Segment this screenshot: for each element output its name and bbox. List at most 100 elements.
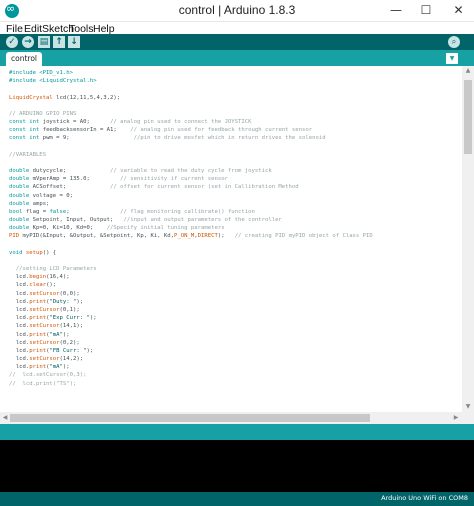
open-sketch-button[interactable]: ↑ bbox=[53, 36, 65, 48]
code-line[interactable]: double mVperAmp = 135.0; // sensitivity … bbox=[9, 175, 373, 183]
tab-bar: control ▼ bbox=[0, 50, 474, 66]
code-line[interactable]: lcd.clear(); bbox=[9, 281, 373, 289]
code-token: int bbox=[29, 119, 40, 126]
code-token: ); bbox=[89, 315, 97, 322]
code-token: setCursor bbox=[29, 323, 60, 330]
code-token: () { bbox=[42, 249, 57, 256]
code-token: // lcd.print("TS"); bbox=[9, 380, 77, 387]
code-token: DIRECT bbox=[197, 233, 218, 240]
horizontal-scrollbar[interactable]: ◀ ▶ bbox=[0, 412, 474, 424]
code-line[interactable]: lcd.setCursor(0,0); bbox=[9, 290, 373, 298]
minimize-button[interactable]: — bbox=[383, 1, 409, 19]
code-token: //input and output parameters of the con… bbox=[123, 217, 282, 224]
code-line[interactable]: lcd.begin(16,4); bbox=[9, 273, 373, 281]
code-token: lcd. bbox=[9, 315, 30, 322]
code-token: // variable to read the duty cycle from … bbox=[110, 168, 272, 175]
code-token: ); bbox=[86, 347, 94, 354]
new-sketch-button[interactable]: ▤ bbox=[38, 36, 50, 48]
code-token: int bbox=[29, 135, 40, 142]
code-token: // analog pin used to connect the JOYSTI… bbox=[110, 119, 252, 126]
code-line[interactable]: double amps; bbox=[9, 200, 373, 208]
code-line[interactable]: //setting LCD Parameters bbox=[9, 265, 373, 273]
code-token: // creating PID myPID object of Class PI… bbox=[234, 233, 373, 240]
code-token: lcd. bbox=[9, 274, 30, 281]
code-editor[interactable]: #include <PID_v1.h> #include <LiquidCryst… bbox=[0, 66, 462, 412]
code-line[interactable]: double voltage = 0; bbox=[9, 192, 373, 200]
vertical-scroll-thumb[interactable] bbox=[464, 80, 472, 154]
code-line[interactable] bbox=[9, 159, 373, 167]
code-line[interactable]: const int pwm = 9; //pin to drive mosfet… bbox=[9, 134, 373, 142]
close-button[interactable]: ✕ bbox=[443, 1, 474, 19]
code-line[interactable]: #include <LiquidCrystal.h> bbox=[9, 77, 373, 85]
code-token: //setting LCD Parameters bbox=[15, 266, 97, 273]
code-token: const bbox=[9, 119, 26, 126]
code-token: setCursor bbox=[29, 356, 60, 363]
code-token: PID bbox=[9, 233, 20, 240]
code-token: clear bbox=[29, 282, 47, 289]
code-line[interactable] bbox=[9, 257, 373, 265]
code-line[interactable]: // ARDUINO GPIO PINS bbox=[9, 110, 373, 118]
upload-button[interactable]: → bbox=[22, 36, 34, 48]
serial-monitor-button[interactable]: ⌕ bbox=[448, 36, 460, 48]
code-line[interactable]: //VARIABLES bbox=[9, 151, 373, 159]
code-token: ); bbox=[217, 233, 235, 240]
code-line[interactable]: LiquidCrystal lcd(12,11,5,4,3,2); bbox=[9, 94, 373, 102]
code-token: // analog pin used for feedback through … bbox=[130, 127, 313, 134]
code-line[interactable]: double Setpoint, Input, Output; //input … bbox=[9, 216, 373, 224]
code-token: double bbox=[9, 217, 30, 224]
code-line[interactable]: // lcd.print("TS"); bbox=[9, 380, 373, 388]
code-token: LiquidCrystal bbox=[9, 94, 53, 101]
code-line[interactable]: lcd.setCursor(14,1); bbox=[9, 322, 373, 330]
code-line[interactable] bbox=[9, 85, 373, 93]
code-line[interactable]: // lcd.setCursor(0,3); bbox=[9, 371, 373, 379]
code-line[interactable]: lcd.print("FB Curr: "); bbox=[9, 347, 373, 355]
console-output[interactable] bbox=[0, 440, 474, 492]
save-sketch-button[interactable]: ↓ bbox=[68, 36, 80, 48]
scroll-right-arrow-icon[interactable]: ▶ bbox=[450, 412, 462, 424]
code-token: double bbox=[9, 168, 30, 175]
code-token: // offset for current sensor (set in Cal… bbox=[110, 184, 299, 191]
code-line[interactable]: double Kp=0, Ki=10, Kd=0; //Specify init… bbox=[9, 224, 373, 232]
code-token: "Duty: " bbox=[49, 298, 77, 305]
vertical-scrollbar[interactable]: ▲ ▼ bbox=[462, 66, 474, 412]
code-line[interactable] bbox=[9, 241, 373, 249]
code-text[interactable]: #include <PID_v1.h> #include <LiquidCryst… bbox=[9, 69, 373, 388]
tab-control[interactable]: control bbox=[6, 52, 42, 66]
code-token: (0,2); bbox=[59, 339, 80, 346]
verify-button[interactable]: ✓ bbox=[6, 36, 18, 48]
code-token: lcd. bbox=[9, 298, 30, 305]
code-line[interactable]: lcd.print("Exp Curr: "); bbox=[9, 314, 373, 322]
code-line[interactable] bbox=[9, 143, 373, 151]
code-line[interactable]: lcd.setCursor(0,2); bbox=[9, 339, 373, 347]
scroll-left-arrow-icon[interactable]: ◀ bbox=[0, 412, 10, 424]
horizontal-scroll-thumb[interactable] bbox=[10, 414, 370, 422]
scroll-up-arrow-icon[interactable]: ▲ bbox=[462, 66, 474, 76]
code-line[interactable]: double dutycycle; // variable to read th… bbox=[9, 167, 373, 175]
code-token: int bbox=[29, 127, 40, 134]
code-token: amps; bbox=[29, 200, 50, 207]
code-token: print bbox=[29, 331, 47, 338]
maximize-button[interactable]: ☐ bbox=[413, 1, 439, 19]
code-line[interactable]: PID myPID(&Input, &Output, &Setpoint, Kp… bbox=[9, 232, 373, 240]
code-line[interactable]: lcd.setCursor(14,2); bbox=[9, 355, 373, 363]
code-line[interactable]: lcd.print("Duty: "); bbox=[9, 298, 373, 306]
code-line[interactable]: bool flag = false; // flag monitoring ca… bbox=[9, 208, 373, 216]
code-line[interactable]: lcd.print("mA"); bbox=[9, 331, 373, 339]
code-line[interactable]: lcd.print("mA"); bbox=[9, 363, 373, 371]
code-token: void bbox=[9, 249, 23, 256]
code-token: ; bbox=[66, 208, 121, 215]
code-line[interactable] bbox=[9, 102, 373, 110]
code-line[interactable]: const int joystick = A0; // analog pin u… bbox=[9, 118, 373, 126]
code-token: double bbox=[9, 225, 30, 232]
code-line[interactable]: void setup() { bbox=[9, 249, 373, 257]
code-line[interactable]: #include <PID_v1.h> bbox=[9, 69, 373, 77]
code-line[interactable]: const int feedbacksensorIn = A1; // anal… bbox=[9, 126, 373, 134]
tab-menu-button[interactable]: ▼ bbox=[446, 53, 458, 64]
code-token: pwm = 9; bbox=[39, 135, 134, 142]
code-line[interactable]: lcd.setCursor(0,1); bbox=[9, 306, 373, 314]
code-token: mVperAmp = 135.0; bbox=[29, 176, 121, 183]
code-line[interactable]: double ACSoffset; // offset for current … bbox=[9, 183, 373, 191]
code-token: Setpoint, Input, Output; bbox=[29, 217, 124, 224]
scroll-down-arrow-icon[interactable]: ▼ bbox=[462, 402, 474, 412]
code-token: (); bbox=[46, 282, 57, 289]
